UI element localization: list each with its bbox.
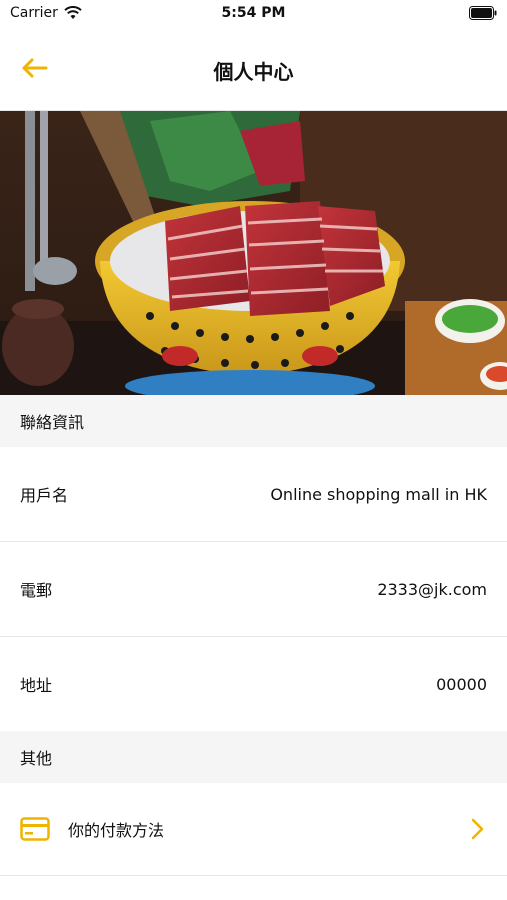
payment-methods-label: 你的付款方法 xyxy=(68,821,165,840)
chevron-right-icon xyxy=(471,818,484,840)
credit-card-icon xyxy=(20,814,50,844)
address-row[interactable]: 地址 00000 xyxy=(0,637,507,731)
email-row[interactable]: 電郵 2333@jk.com xyxy=(0,542,507,637)
status-bar: Carrier 5:54 PM xyxy=(0,0,507,30)
address-label: 地址 xyxy=(20,676,53,695)
status-time: 5:54 PM xyxy=(221,5,286,21)
email-label: 電郵 xyxy=(20,581,53,600)
section-header-contact: 聯絡資訊 xyxy=(0,395,507,447)
username-label: 用戶名 xyxy=(20,486,69,505)
payment-methods-row[interactable]: 你的付款方法 xyxy=(0,783,507,876)
page-title: 個人中心 xyxy=(213,60,294,84)
hero-image xyxy=(0,111,507,395)
username-value: Online shopping mall in HK xyxy=(270,484,487,504)
email-value: 2333@jk.com xyxy=(377,579,487,599)
username-row[interactable]: 用戶名 Online shopping mall in HK xyxy=(0,447,507,542)
address-value: 00000 xyxy=(436,674,487,694)
nav-bar: 個人中心 xyxy=(0,30,507,111)
section-header-other: 其他 xyxy=(0,731,507,783)
battery-icon xyxy=(469,6,497,24)
